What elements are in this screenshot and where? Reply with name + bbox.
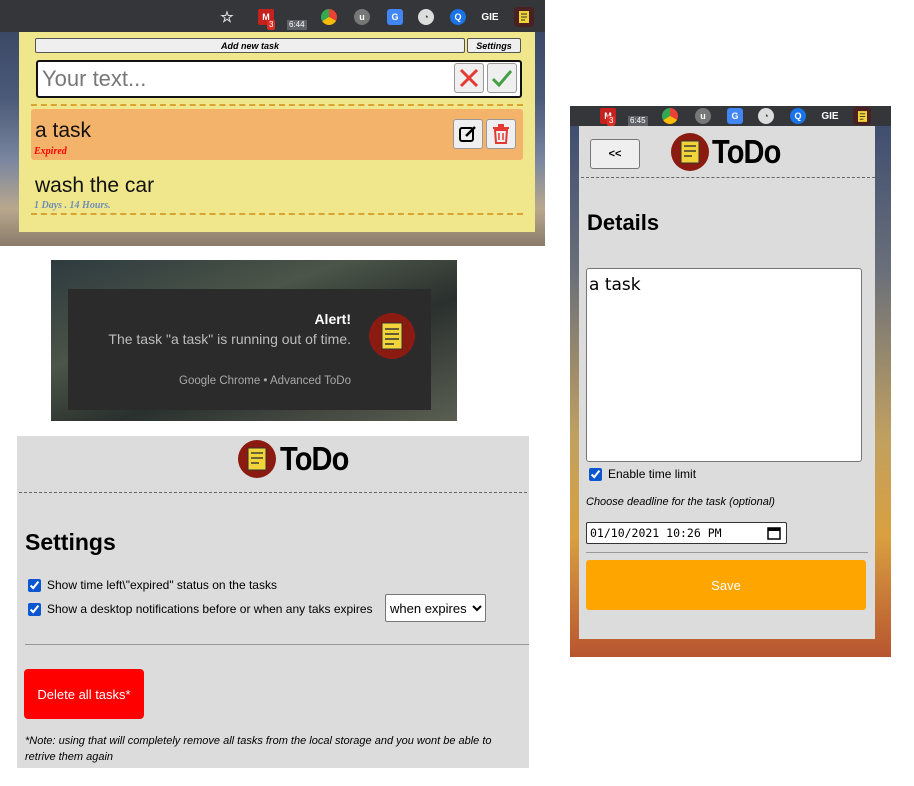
delete-task-button[interactable] [486,119,516,149]
logo-text: ToDo [280,440,349,477]
translate-icon[interactable]: G [727,108,743,124]
todo-logo: ToDo [238,440,358,478]
page-title: Details [587,210,660,235]
desktop-notification[interactable]: Alert! The task "a task" is running out … [68,289,431,410]
translate-icon[interactable]: G [387,9,403,25]
divider [19,492,527,493]
logo-text: ToDo [712,133,781,170]
show-status-label: Show time left\"expired" status on the t… [47,578,277,592]
enable-time-limit-label: Enable time limit [608,467,697,481]
page-title: Settings [25,529,116,555]
settings-panel: ToDo Settings Show time left\"expired" s… [17,436,529,768]
browser-toolbar: ☆ M 3 6:44 u G ◔ Q GIE [0,0,545,32]
enable-time-limit-option[interactable]: Enable time limit [589,467,696,481]
notification-source: Google Chrome • Advanced ToDo [179,375,351,387]
todo-logo: ToDo [671,133,790,171]
notification-body: The task "a task" is running out of time… [108,331,351,347]
gie-extension-icon[interactable]: GIE [820,108,840,124]
new-task-input[interactable] [40,64,454,94]
clock-badge: 6:44 [287,20,307,30]
notification-screenshot: Alert! The task "a task" is running out … [51,260,457,421]
todo-popup-screenshot: ☆ M 3 6:44 u G ◔ Q GIE Add new task Sett… [0,0,545,246]
chrome-icon[interactable] [321,9,337,25]
delete-note: *Note: using that will completely remove… [25,735,492,763]
todo-extension-icon[interactable] [514,7,534,27]
deadline-label: Choose deadline for the task (optional) [586,496,775,508]
notifications-label: Show a desktop notifications before or w… [47,602,373,616]
gmail-badge: 3 [267,20,276,30]
task-time-left: 1 Days . 14 Hours. [34,200,111,211]
search-ext-icon[interactable]: Q [450,9,466,25]
speed-icon[interactable]: ◔ [758,108,774,124]
delete-all-button[interactable]: Delete all tasks* [24,669,144,719]
trash-icon [493,124,509,144]
divider [581,177,875,178]
enable-time-limit-checkbox[interactable] [589,467,602,481]
option-desktop-notifications[interactable]: Show a desktop notifications before or w… [28,602,373,616]
task-status-expired: Expired [34,146,67,157]
shield-icon[interactable]: u [695,108,711,124]
show-status-checkbox[interactable] [28,578,41,592]
divider [31,104,523,106]
notification-title: Alert! [314,311,351,327]
option-show-status[interactable]: Show time left\"expired" status on the t… [28,578,277,592]
browser-toolbar: M 3 6:45 u G ◔ Q GIE [570,106,891,126]
task-text-area[interactable] [586,268,862,462]
back-button[interactable]: << [590,139,640,169]
divider [586,552,868,553]
cancel-button[interactable] [454,63,484,93]
calendar-icon[interactable] [767,526,781,540]
shield-icon[interactable]: u [354,9,370,25]
task-item[interactable]: a task Expired [31,109,523,160]
todo-extension-icon[interactable] [853,107,871,125]
todo-logo-icon [369,313,415,359]
deadline-input[interactable]: 01/10/2021 10:26 PM [586,522,787,544]
confirm-button[interactable] [487,63,517,93]
star-icon[interactable]: ☆ [219,9,235,26]
clock-badge: 6:45 [628,116,648,126]
details-screenshot: M 3 6:45 u G ◔ Q GIE << ToDo Details Ena… [570,106,891,657]
chrome-icon[interactable] [662,108,678,124]
task-item[interactable]: wash the car 1 Days . 14 Hours. [31,166,523,211]
add-task-button[interactable]: Add new task [35,38,465,53]
divider [31,213,523,215]
settings-button[interactable]: Settings [467,38,521,53]
details-popup: << ToDo Details Enable time limit Choose… [579,126,875,639]
speed-icon[interactable]: ◔ [418,9,434,25]
edit-icon [459,126,476,142]
todo-logo-icon [238,440,276,478]
task-title: wash the car [35,174,155,197]
gmail-badge: 3 [607,116,616,126]
save-button[interactable]: Save [586,560,866,610]
todo-logo-icon [671,133,709,171]
gie-extension-icon[interactable]: GIE [480,9,500,25]
task-title: a task [35,119,92,142]
check-icon [491,70,513,88]
todo-popup: Add new task Settings a task Expired was… [19,32,535,232]
deadline-value: 01/10/2021 10:26 PM [590,526,722,540]
divider [25,644,529,645]
notify-timing-select[interactable]: when expires [385,594,486,622]
close-icon [459,68,479,88]
notifications-checkbox[interactable] [28,602,41,616]
new-task-field [36,60,522,98]
edit-task-button[interactable] [453,119,483,149]
search-ext-icon[interactable]: Q [790,108,806,124]
